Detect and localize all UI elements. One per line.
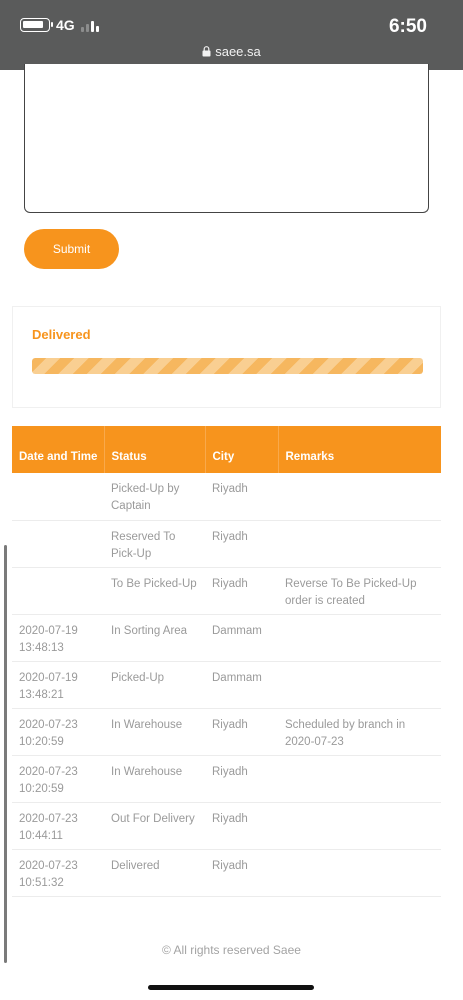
cell-status: Picked-Up by Captain	[104, 473, 205, 521]
cell-status: In Warehouse	[104, 708, 205, 756]
footer-copyright: © All rights reserved Saee	[162, 943, 301, 957]
cell-city: Riyadh	[205, 849, 278, 897]
signal-icon	[80, 18, 99, 32]
cell-remarks	[278, 661, 441, 709]
cell-city: Riyadh	[205, 802, 278, 850]
cell-status: To Be Picked-Up	[104, 567, 205, 615]
status-indicators: 4G	[20, 17, 99, 33]
table-header-row: Date and Time Status City Remarks	[12, 426, 441, 473]
cell-city: Riyadh	[205, 520, 278, 568]
header-city: City	[205, 426, 279, 473]
cell-date: 2020-07-19 13:48:13	[12, 614, 104, 662]
cell-date: 2020-07-23 10:20:59	[12, 755, 104, 803]
shipment-status-card: Delivered	[12, 306, 441, 408]
cell-status: In Warehouse	[104, 755, 205, 803]
cell-status: Reserved To Pick-Up	[104, 520, 205, 568]
progress-bar-fill	[32, 358, 423, 374]
table-row: 2020-07-23 10:51:32 Delivered Riyadh	[12, 849, 441, 897]
lock-icon	[202, 46, 211, 57]
cell-remarks	[278, 849, 441, 897]
home-indicator[interactable]	[148, 985, 314, 990]
cell-date	[12, 567, 104, 615]
table-row: To Be Picked-Up Riyadh Reverse To Be Pic…	[12, 567, 441, 615]
network-type: 4G	[56, 17, 75, 33]
remarks-textarea[interactable]	[24, 64, 429, 213]
clock: 6:50	[388, 16, 427, 37]
header-remarks: Remarks	[278, 426, 441, 473]
cell-status: Delivered	[104, 849, 205, 897]
cell-city: Riyadh	[205, 755, 278, 803]
cell-remarks	[278, 473, 441, 521]
battery-icon	[20, 18, 53, 32]
scrollbar[interactable]	[4, 545, 7, 963]
table-row: 2020-07-23 10:20:59 In Warehouse Riyadh	[12, 755, 441, 803]
url-text: saee.sa	[215, 44, 261, 59]
table-row: Picked-Up by Captain Riyadh	[12, 473, 441, 521]
cell-remarks	[278, 614, 441, 662]
table-row: 2020-07-23 10:20:59 In Warehouse Riyadh …	[12, 708, 441, 756]
cell-status: Out For Delivery	[104, 802, 205, 850]
cell-city: Riyadh	[205, 708, 278, 756]
table-row: 2020-07-19 13:48:21 Picked-Up Dammam	[12, 661, 441, 709]
cell-remarks	[278, 520, 441, 568]
cell-date: 2020-07-23 10:44:11	[12, 802, 104, 850]
url-bar[interactable]: saee.sa	[0, 44, 463, 59]
cell-date	[12, 520, 104, 568]
cell-date: 2020-07-23 10:20:59	[12, 708, 104, 756]
cell-city: Riyadh	[205, 567, 278, 615]
status-bar: 4G 6:50 saee.sa	[0, 0, 463, 70]
header-status: Status	[104, 426, 206, 473]
submit-button[interactable]: Submit	[24, 229, 119, 269]
header-date-time: Date and Time	[12, 426, 105, 473]
cell-status: In Sorting Area	[104, 614, 205, 662]
cell-date	[12, 473, 104, 521]
table-row: Reserved To Pick-Up Riyadh	[12, 520, 441, 568]
cell-date: 2020-07-23 10:51:32	[12, 849, 104, 897]
shipment-status-label: Delivered	[32, 327, 91, 342]
cell-remarks: Scheduled by branch in 2020-07-23	[278, 708, 441, 756]
table-row: 2020-07-23 10:44:11 Out For Delivery Riy…	[12, 802, 441, 850]
progress-bar	[32, 358, 423, 374]
cell-date: 2020-07-19 13:48:21	[12, 661, 104, 709]
cell-remarks: Reverse To Be Picked-Up order is created	[278, 567, 441, 615]
cell-city: Dammam	[205, 614, 278, 662]
tracking-history-table: Date and Time Status City Remarks Picked…	[12, 426, 441, 897]
cell-status: Picked-Up	[104, 661, 205, 709]
cell-remarks	[278, 755, 441, 803]
cell-remarks	[278, 802, 441, 850]
cell-city: Dammam	[205, 661, 278, 709]
cell-city: Riyadh	[205, 473, 278, 521]
table-row: 2020-07-19 13:48:13 In Sorting Area Damm…	[12, 614, 441, 662]
